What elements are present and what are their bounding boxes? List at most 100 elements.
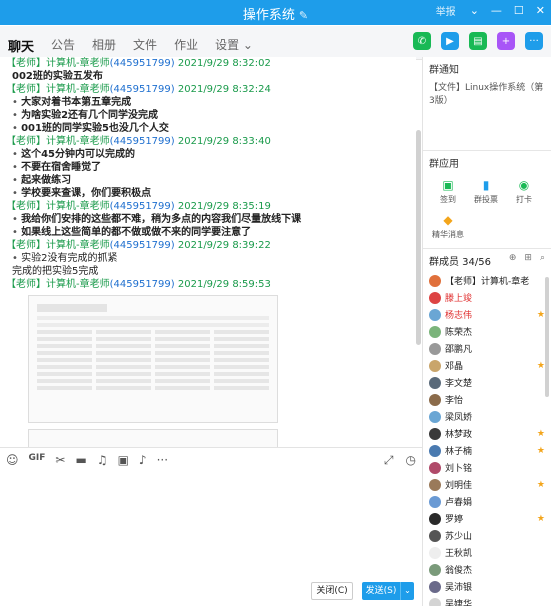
avatar	[429, 342, 441, 355]
member-item[interactable]: 卢春娟	[423, 493, 551, 510]
dropdown-icon[interactable]: ⌄	[470, 4, 479, 17]
sender-name[interactable]: 【老师】计算机-章老师	[6, 201, 110, 212]
phone-call-icon[interactable]: ✆	[413, 32, 431, 50]
member-item[interactable]: 罗婷 ★	[423, 510, 551, 527]
sender-qq[interactable]: (445951799)	[110, 136, 175, 147]
sidebar-scrollbar[interactable]	[545, 277, 549, 397]
app-essence[interactable]: ◆ 精华消息	[429, 211, 467, 240]
minimize-button[interactable]: —	[491, 4, 502, 17]
edit-title-icon[interactable]: ✎	[299, 9, 308, 22]
member-item[interactable]: 吴婕华	[423, 595, 551, 606]
member-item[interactable]: 苏少山	[423, 527, 551, 544]
sender-name[interactable]: 【老师】计算机-章老师	[6, 279, 110, 290]
invite-icon[interactable]: ⊞	[524, 253, 532, 268]
add-member-icon[interactable]: ⊕	[509, 253, 517, 268]
member-item[interactable]: 刘明佳 ★	[423, 476, 551, 493]
tab-announcement[interactable]: 公告	[51, 36, 75, 55]
scissors-icon[interactable]: ✂	[55, 453, 65, 467]
bullet: •	[12, 214, 22, 225]
member-name: 【老师】计算机-章老	[445, 277, 530, 287]
app-checkin[interactable]: ◉ 打卡	[505, 176, 543, 205]
member-item[interactable]: 李怡	[423, 391, 551, 408]
sender-name[interactable]: 【老师】计算机-章老师	[6, 240, 110, 251]
message-screenshot-image[interactable]	[28, 295, 278, 423]
expand-icon[interactable]: ⤢	[384, 453, 394, 468]
apps-title: 群应用	[423, 151, 551, 174]
tab-settings[interactable]: 设置 ⌄	[215, 36, 253, 55]
image-cell	[96, 379, 151, 383]
image-cell	[155, 358, 210, 362]
tab-album[interactable]: 相册	[92, 36, 116, 55]
member-item[interactable]: 李文楚	[423, 374, 551, 391]
close-button[interactable]: 关闭(C)	[311, 582, 353, 600]
message-text: • 001班的同学实验5也没几个人交	[6, 122, 412, 135]
member-item[interactable]: 翁俊杰	[423, 561, 551, 578]
member-name: 陈荣杰	[445, 328, 473, 338]
member-item[interactable]: 邵鹏凡	[423, 340, 551, 357]
emoji-icon[interactable]: ☺	[6, 453, 19, 467]
member-item[interactable]: 滕上竣	[423, 289, 551, 306]
app-sign[interactable]: ▣ 签到	[429, 176, 467, 205]
music-icon[interactable]: ♫	[97, 453, 108, 467]
avatar	[429, 444, 441, 457]
gif-icon[interactable]: GIF	[29, 453, 46, 467]
more-icon[interactable]: ···	[525, 32, 543, 50]
member-item[interactable]: 【老师】计算机-章老	[423, 272, 551, 289]
tab-chat[interactable]: 聊天	[8, 36, 34, 55]
tab-files[interactable]: 文件	[133, 36, 157, 55]
tab-homework[interactable]: 作业	[174, 36, 198, 55]
member-item[interactable]: 刘卜铭	[423, 459, 551, 476]
member-item[interactable]: 陈荣杰	[423, 323, 551, 340]
message-text-content: 001班的同学实验5也没几个人交	[21, 123, 169, 134]
send-options-button[interactable]: ⌄	[400, 582, 414, 600]
member-item[interactable]: 王秋凯	[423, 544, 551, 561]
member-item[interactable]: 林子楠 ★	[423, 442, 551, 459]
member-item[interactable]: 梁凤娇	[423, 408, 551, 425]
image-cell	[155, 372, 210, 376]
sender-qq[interactable]: (445951799)	[110, 279, 175, 290]
app-vote[interactable]: ▮ 群投票	[467, 176, 505, 205]
send-button[interactable]: 发送(S)	[362, 582, 400, 600]
image-cell	[214, 379, 269, 383]
message-text: • 这个45分钟内可以完成的	[6, 148, 412, 161]
message-text-content: 如果线上这些简单的都不做或做不来的同学要注意了	[21, 227, 252, 238]
tabs: 聊天 公告 相册 文件 作业 设置 ⌄	[8, 36, 253, 55]
screen-share-icon[interactable]: ▤	[469, 32, 487, 50]
close-window-button[interactable]: ✕	[536, 4, 545, 17]
image-table-row	[37, 386, 269, 390]
more-tools-icon[interactable]: ···	[157, 453, 168, 467]
search-icon[interactable]: ⌕	[540, 253, 545, 268]
sender-qq[interactable]: (445951799)	[110, 240, 175, 251]
sender-name[interactable]: 【老师】计算机-章老师	[6, 84, 110, 95]
maximize-button[interactable]: ☐	[514, 4, 524, 17]
member-item[interactable]: 杨志伟 ★	[423, 306, 551, 323]
message-input[interactable]	[0, 473, 422, 578]
avatar	[429, 274, 441, 287]
member-item[interactable]: 吴沛银	[423, 578, 551, 595]
history-icon[interactable]: ◷	[406, 453, 416, 468]
folder-icon[interactable]: ▬	[75, 453, 86, 467]
message-text: • 大家对着书本第五章完成	[6, 96, 412, 109]
sender-name[interactable]: 【老师】计算机-章老师	[6, 136, 110, 147]
video-call-icon[interactable]: ▶	[441, 32, 459, 50]
member-item[interactable]: 邓晶 ★	[423, 357, 551, 374]
sender-name[interactable]: 【老师】计算机-章老师	[6, 58, 110, 69]
image-icon[interactable]: ▣	[118, 453, 129, 467]
essence-icon: ◆	[443, 213, 453, 227]
image-table-row	[37, 365, 269, 369]
notice-text[interactable]: 【文件】Linux操作系统（第3版）	[423, 80, 551, 112]
app-label: 精华消息	[432, 230, 464, 239]
member-name: 吴沛银	[445, 583, 473, 593]
sender-qq[interactable]: (445951799)	[110, 84, 175, 95]
sender-qq[interactable]: (445951799)	[110, 201, 175, 212]
avatar	[429, 410, 441, 423]
sender-qq[interactable]: (445951799)	[110, 58, 175, 69]
report-link[interactable]: 举报	[436, 3, 456, 18]
chat-scrollbar[interactable]	[416, 130, 421, 345]
add-app-icon[interactable]: +	[497, 32, 515, 50]
bell-icon[interactable]: ♪	[139, 453, 147, 467]
chat-history[interactable]: 【老师】计算机-章老师(445951799) 2021/9/29 8:32:02…	[0, 57, 416, 447]
message-screenshot-image-2[interactable]	[28, 429, 278, 447]
checkin-icon: ◉	[518, 178, 530, 192]
member-item[interactable]: 林梦政 ★	[423, 425, 551, 442]
